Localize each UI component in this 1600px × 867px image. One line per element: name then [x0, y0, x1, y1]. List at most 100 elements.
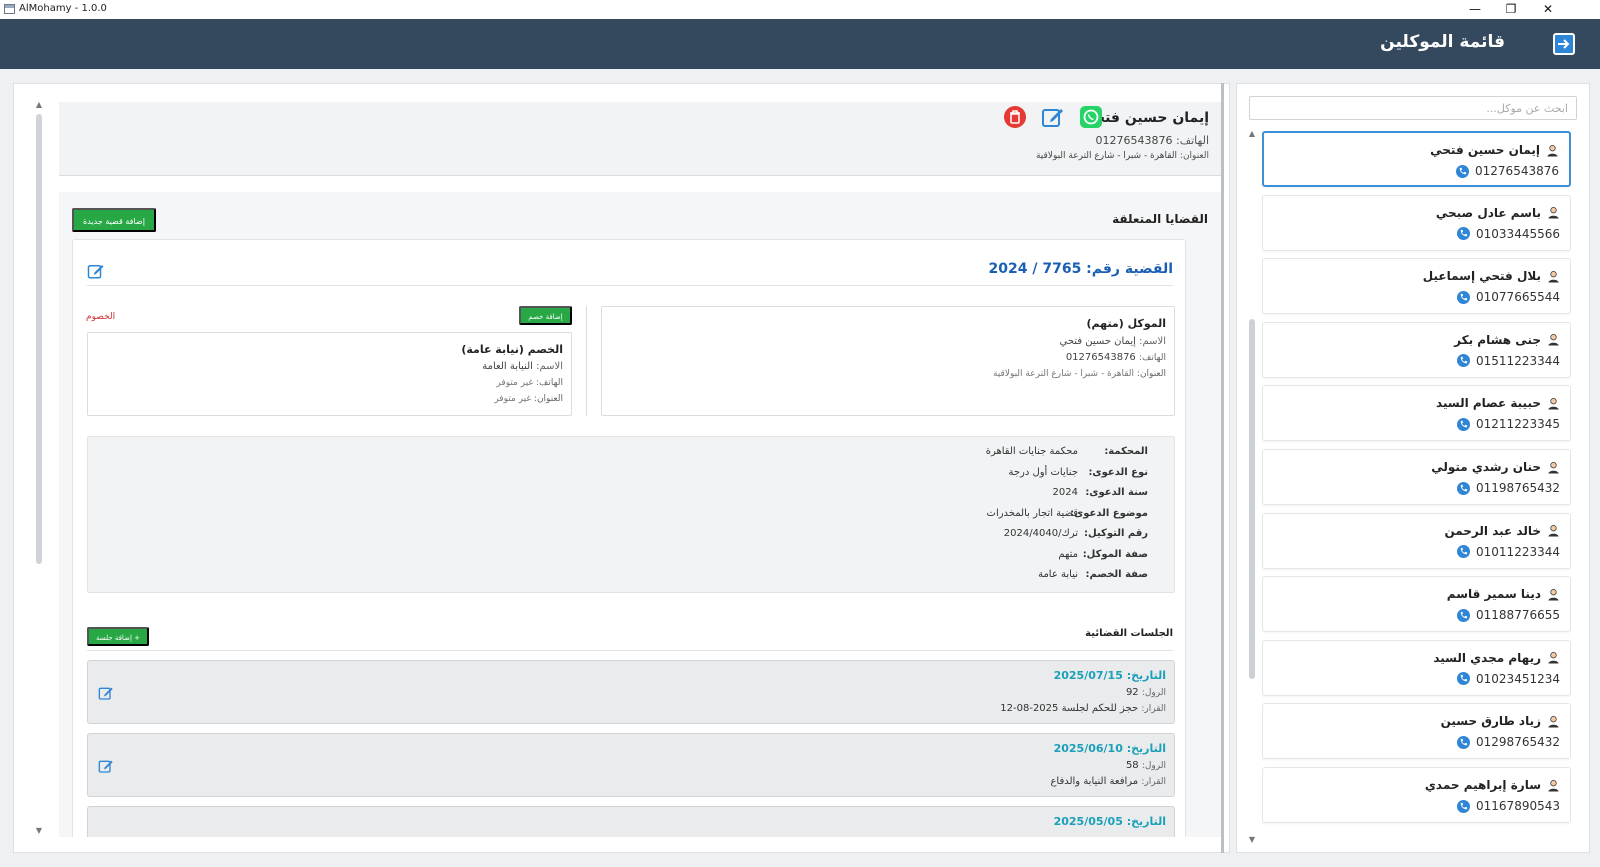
client-item-phone: 01188776655	[1457, 608, 1560, 622]
detail-label: موضوع الدعوى:	[1070, 508, 1148, 519]
date-label: التاريخ:	[1126, 742, 1166, 755]
client-item-phone-text: 01198765432	[1476, 481, 1560, 495]
panel-splitter[interactable]	[1221, 83, 1224, 853]
opponent-box: الخصم (نيابة عامة) الاسم: النيابة العامة…	[87, 332, 572, 416]
decision-label: القرار:	[1141, 777, 1166, 787]
detail-label: نوع الدعوى:	[1088, 467, 1148, 478]
decision-label: القرار:	[1141, 704, 1166, 714]
minimize-button[interactable]: —	[1460, 1, 1490, 17]
phone-icon	[1457, 735, 1471, 749]
client-list-item[interactable]: باسم عادل صبحي 01033445566	[1262, 194, 1571, 251]
client-item-phone-text: 01188776655	[1476, 608, 1560, 623]
phone-value: 01276543876	[1065, 352, 1136, 363]
phone-icon	[1456, 164, 1470, 178]
client-item-phone: 01167890543	[1457, 799, 1560, 813]
client-item-name: سارة إبراهيم حمدي	[1425, 778, 1560, 792]
name-value: إيمان حسين فتحي	[1059, 336, 1136, 347]
add-case-button[interactable]: إضافة قضية جديدة	[72, 208, 156, 232]
client-list-item[interactable]: دينا سمير قاسم 01188776655	[1262, 576, 1571, 633]
edit-session-button[interactable]	[98, 758, 114, 778]
decision-value: مرافعة النيابة والدفاع	[1050, 776, 1139, 787]
client-list-item[interactable]: إيمان حسين فتحي 01276543876	[1262, 131, 1571, 187]
address-label: العنوان:	[1136, 369, 1166, 379]
add-session-button[interactable]: + إضافة جلسة	[87, 627, 149, 646]
sessions-title: الجلسات القضائية	[1085, 628, 1173, 639]
restore-button[interactable]: ❐	[1496, 1, 1526, 17]
session-card: التاريخ: 2025/05/05	[87, 806, 1175, 837]
edit-case-button[interactable]	[87, 262, 105, 284]
client-item-name-text: دينا سمير قاسم	[1446, 587, 1541, 602]
phone-icon	[1457, 417, 1471, 431]
client-item-name: جنى هشام بكر	[1454, 333, 1560, 347]
opponent-phone: الهاتف: غير متوفر	[496, 378, 563, 388]
session-date: التاريخ: 2025/05/05	[1054, 815, 1166, 828]
main-scrollbar[interactable]: ▲ ▼	[34, 100, 44, 835]
client-list-item[interactable]: سارة إبراهيم حمدي 01167890543	[1262, 767, 1571, 823]
add-opponent-button[interactable]: إضافة خصم	[519, 306, 572, 325]
client-list-item[interactable]: بلال فتحي إسماعيل 01077665544	[1262, 258, 1571, 315]
person-icon	[1548, 397, 1559, 410]
person-icon	[1548, 207, 1559, 219]
scroll-thumb[interactable]	[1249, 319, 1255, 679]
phone-icon	[1457, 354, 1471, 368]
detail-label: رقم التوكيل:	[1084, 528, 1148, 539]
client-item-phone: 01023451234	[1457, 672, 1560, 686]
client-item-name-text: سارة إبراهيم حمدي	[1424, 778, 1541, 792]
detail-label: سنة الدعوى:	[1085, 487, 1148, 498]
client-actions	[1003, 105, 1103, 129]
person-icon	[1548, 652, 1559, 664]
detail-court: المحكمة: محكمة جنايات القاهرة	[986, 446, 1148, 466]
scroll-down-arrow[interactable]: ▼	[1247, 835, 1257, 844]
roll-label: الرول:	[1141, 688, 1166, 698]
phone-value: غير متوفر	[496, 378, 534, 388]
client-list-item[interactable]: ريهام مجدي السيد 01023451234	[1262, 639, 1571, 696]
detail-value: متهم	[1058, 549, 1078, 560]
client-list-item[interactable]: حبيبة عصام السيد 01211223345	[1262, 385, 1571, 442]
client-item-name: دينا سمير قاسم	[1447, 587, 1560, 601]
phone-icon	[1457, 290, 1471, 304]
client-item-name-text: حبيبة عصام السيد	[1436, 396, 1541, 411]
detail-label: المحكمة:	[1104, 446, 1148, 457]
detail-value: 2024	[1052, 487, 1078, 498]
exit-button[interactable]	[1553, 33, 1575, 55]
client-item-phone: 01276543876	[1456, 164, 1559, 178]
sidebar-scrollbar[interactable]: ▲ ▼	[1247, 129, 1257, 844]
delete-client-button[interactable]	[1003, 105, 1027, 129]
person-icon	[1548, 270, 1559, 283]
detail-value: ترك/2024/4040	[1003, 528, 1078, 539]
close-window-button[interactable]: ✕	[1533, 1, 1563, 17]
client-item-name-text: إيمان حسين فتحي	[1430, 143, 1540, 157]
opponent-address: العنوان: غير متوفر	[494, 394, 563, 404]
client-list-item[interactable]: حنان رشدي متولي 01198765432	[1262, 449, 1571, 505]
edit-client-button[interactable]	[1041, 105, 1065, 129]
client-search-input[interactable]	[1249, 96, 1577, 120]
opponent-title: الخصم (نيابة عامة)	[461, 343, 563, 356]
name-label: الاسم:	[536, 361, 563, 372]
whatsapp-button[interactable]	[1079, 105, 1103, 129]
session-card: التاريخ: 2025/06/10 الرول: 58 القرار: مر…	[87, 733, 1175, 797]
detail-case-type: نوع الدعوى: جنايات أول درجة	[1008, 467, 1148, 487]
client-item-phone-text: 01511223344	[1476, 353, 1560, 368]
client-list-item[interactable]: زياد طارق حسين 01298765432	[1262, 703, 1571, 760]
phone-icon	[1457, 799, 1471, 813]
phone-icon	[1457, 481, 1471, 495]
client-item-name: بلال فتحي إسماعيل	[1423, 269, 1560, 283]
client-list-item[interactable]: خالد عبد الرحمن 01011223344	[1262, 512, 1571, 569]
scroll-thumb[interactable]	[36, 114, 42, 564]
address-label: العنوان:	[533, 394, 563, 404]
date-label: التاريخ:	[1126, 669, 1166, 682]
client-item-phone: 01033445566	[1457, 227, 1560, 241]
edit-session-button[interactable]	[98, 685, 114, 705]
case-number-title: القضية رقم: 7765 / 2024	[988, 261, 1174, 277]
client-item-phone-text: 01011223344	[1476, 544, 1560, 559]
session-decision: القرار: مرافعة النيابة والدفاع	[1050, 776, 1166, 787]
client-phone: الهاتف: 01276543876	[1096, 134, 1209, 147]
clients-sidebar: ▲ ▼ إيمان حسين فتحي 01276543876 باسم عادل …	[1236, 83, 1590, 853]
client-list-item[interactable]: جنى هشام بكر 01511223344	[1262, 321, 1571, 378]
window-title: AlMohamy - 1.0.0	[19, 3, 107, 14]
client-address-value: القاهرة - شبرا - شارع الترعة البولاقية	[1035, 151, 1178, 161]
scroll-up-arrow[interactable]: ▲	[34, 100, 44, 109]
scroll-down-arrow[interactable]: ▼	[34, 826, 44, 835]
client-item-phone: 01198765432	[1457, 481, 1560, 495]
scroll-up-arrow[interactable]: ▲	[1247, 129, 1257, 138]
